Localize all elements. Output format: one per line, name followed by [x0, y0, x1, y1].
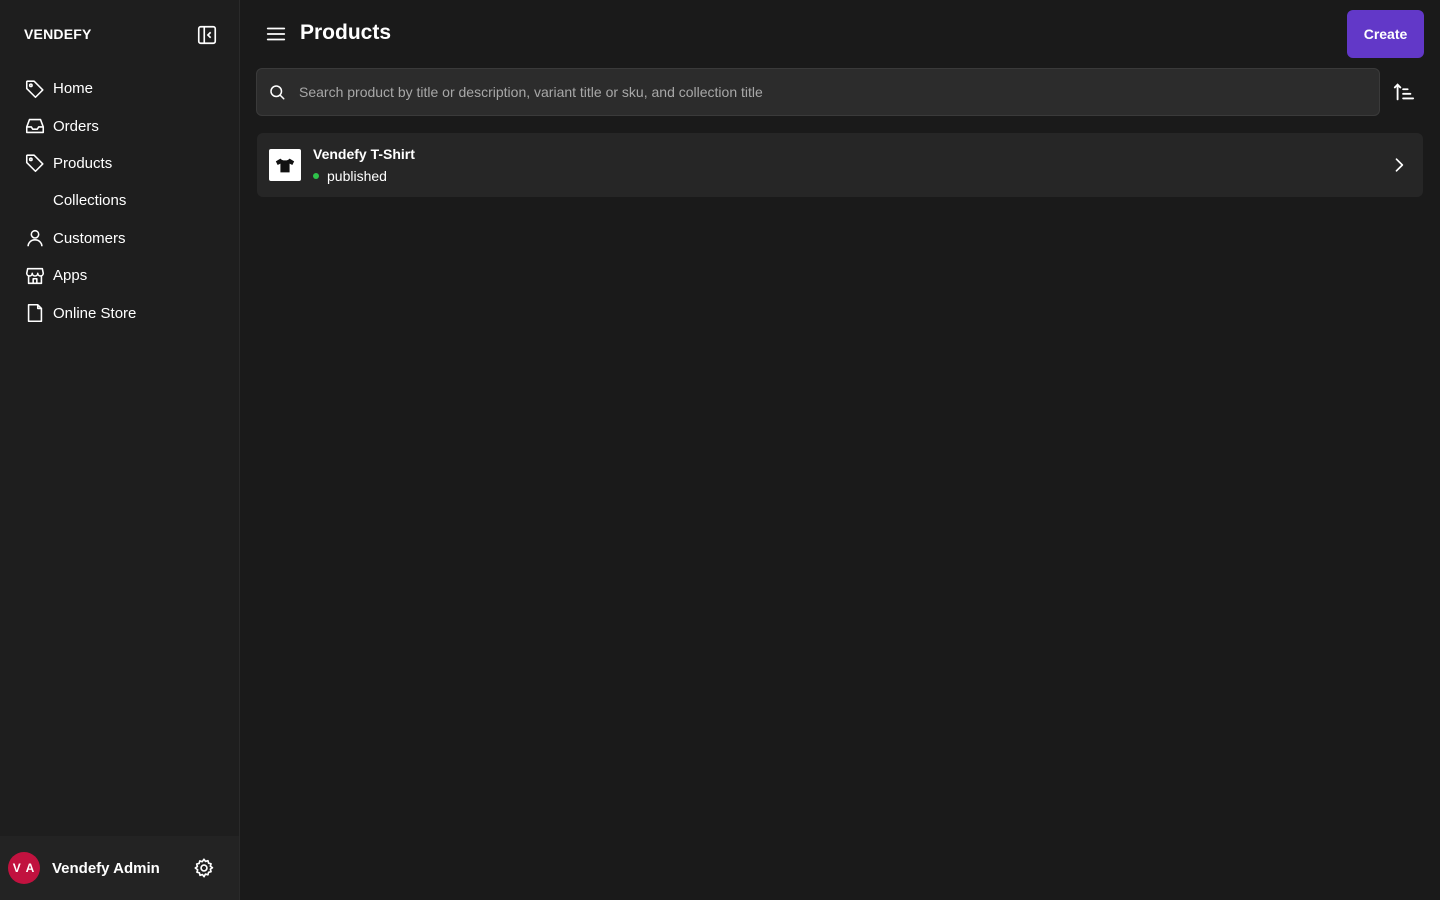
avatar[interactable]: V A [8, 852, 40, 884]
search-box[interactable] [256, 68, 1380, 116]
sidebar-item-label: Products [53, 154, 113, 172]
chevron-right-icon [1387, 153, 1411, 177]
brand-logo[interactable]: VENDEFY [24, 26, 92, 42]
tshirt-icon [275, 158, 295, 173]
status-dot-icon [313, 173, 319, 179]
inbox-icon [24, 115, 46, 137]
sidebar: VENDEFY Home Orders Products Collections… [0, 0, 240, 900]
tag-icon [24, 78, 46, 100]
sort-button[interactable] [1392, 80, 1416, 104]
store-icon [24, 265, 46, 287]
create-button[interactable]: Create [1347, 10, 1424, 58]
sort-ascending-icon [1393, 83, 1415, 101]
sidebar-item-label: Home [53, 80, 94, 98]
product-thumbnail [269, 149, 301, 181]
product-row[interactable]: Vendefy T-Shirt published [257, 133, 1423, 197]
sidebar-item-home[interactable]: Home [0, 70, 239, 107]
user-icon [24, 227, 46, 249]
status-label: published [327, 168, 387, 184]
app-root: VENDEFY Home Orders Products Collections… [0, 0, 1440, 900]
sidebar-collapse-button[interactable] [195, 23, 219, 47]
user-panel: V A Vendefy Admin [0, 836, 239, 900]
sidebar-item-apps[interactable]: Apps [0, 257, 239, 294]
hamburger-icon [266, 27, 286, 41]
search-input[interactable] [297, 69, 1379, 115]
menu-button[interactable] [264, 22, 288, 46]
sidebar-collapse-icon [197, 25, 217, 45]
sidebar-item-online-store[interactable]: Online Store [0, 294, 239, 331]
sidebar-item-collections[interactable]: Collections [0, 182, 239, 219]
product-info: Vendefy T-Shirt published [313, 146, 1387, 184]
sidebar-item-label: Online Store [53, 304, 137, 322]
gear-icon [194, 858, 214, 878]
search-icon [257, 83, 297, 101]
sidebar-item-label: Apps [53, 267, 88, 285]
sidebar-item-customers[interactable]: Customers [0, 220, 239, 257]
sidebar-item-orders[interactable]: Orders [0, 107, 239, 144]
status-badge: published [313, 168, 1387, 184]
page-title: Products [300, 21, 392, 44]
tag-icon [24, 152, 46, 174]
user-name[interactable]: Vendefy Admin [52, 860, 160, 877]
sidebar-item-label: Orders [53, 117, 99, 135]
file-icon [24, 302, 46, 324]
product-title: Vendefy T-Shirt [313, 146, 415, 162]
settings-button[interactable] [192, 856, 216, 880]
sidebar-item-products[interactable]: Products [0, 145, 239, 182]
sidebar-item-label: Collections [53, 192, 127, 210]
sidebar-nav: Home Orders Products Collections Custome… [0, 70, 239, 332]
main-content: Products Create Search product by title … [240, 0, 1440, 900]
sidebar-item-label: Customers [53, 229, 126, 247]
